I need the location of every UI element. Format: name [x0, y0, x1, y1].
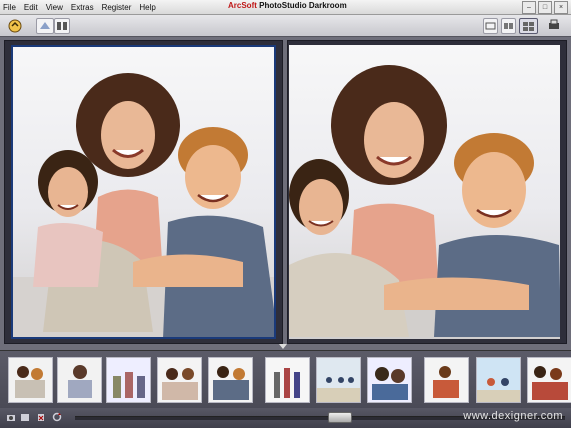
menu-help[interactable]: Help: [139, 3, 155, 12]
filmstrip-scrollbar-thumb[interactable]: [328, 412, 352, 423]
menu-extras[interactable]: Extras: [71, 3, 94, 12]
camera-icon[interactable]: [6, 412, 16, 422]
pane-collapse-arrow-icon[interactable]: [279, 344, 287, 349]
edited-photo[interactable]: [289, 45, 560, 339]
thumbnail[interactable]: [527, 357, 571, 403]
thumbnail[interactable]: [367, 357, 412, 403]
enhance-icon[interactable]: [36, 18, 54, 34]
thumbnail[interactable]: [424, 357, 469, 403]
menu-file[interactable]: File: [3, 3, 16, 12]
album-icon[interactable]: [20, 412, 30, 422]
close-icon[interactable]: ×: [554, 1, 568, 14]
family-photo-zoomed: [289, 65, 560, 337]
status-bar: www.dexigner.com: [0, 408, 571, 428]
menu-edit[interactable]: Edit: [24, 3, 38, 12]
menu-register[interactable]: Register: [102, 3, 132, 12]
side-by-side-icon[interactable]: [501, 18, 516, 34]
filmstrip: [0, 350, 571, 409]
single-view-icon[interactable]: [483, 18, 498, 34]
rotate-icon[interactable]: [52, 412, 62, 422]
compare-icon[interactable]: [54, 18, 70, 34]
original-photo-pane[interactable]: [4, 40, 283, 344]
menu-view[interactable]: View: [46, 3, 63, 12]
thumbnail[interactable]: [57, 357, 102, 403]
grid-view-icon[interactable]: [519, 18, 538, 34]
edited-photo-pane[interactable]: [287, 40, 567, 344]
delete-icon[interactable]: [36, 412, 46, 422]
thumbnail[interactable]: [316, 357, 361, 403]
minimize-icon[interactable]: –: [522, 1, 536, 14]
open-folder-icon[interactable]: [6, 18, 24, 33]
brand-product: PhotoStudio Darkroom: [259, 1, 347, 10]
thumbnail[interactable]: [106, 357, 151, 403]
window-controls: – □ ×: [520, 1, 568, 14]
thumbnail[interactable]: [476, 357, 521, 403]
original-photo[interactable]: [11, 45, 276, 339]
print-icon[interactable]: [546, 18, 562, 32]
thumbnail[interactable]: [157, 357, 202, 403]
thumbnail[interactable]: [8, 357, 53, 403]
thumbnail[interactable]: [265, 357, 310, 403]
thumbnail[interactable]: [208, 357, 253, 403]
watermark: www.dexigner.com: [463, 410, 563, 422]
menu: File Edit View Extras Register Help: [3, 0, 164, 14]
brand-company: ArcSoft: [228, 1, 257, 10]
app-title: ArcSoft PhotoStudio Darkroom: [228, 1, 347, 10]
menu-bar: File Edit View Extras Register Help ArcS…: [0, 0, 571, 15]
maximize-icon[interactable]: □: [538, 1, 552, 14]
family-photo: [13, 73, 274, 337]
toolbar: [0, 15, 571, 37]
